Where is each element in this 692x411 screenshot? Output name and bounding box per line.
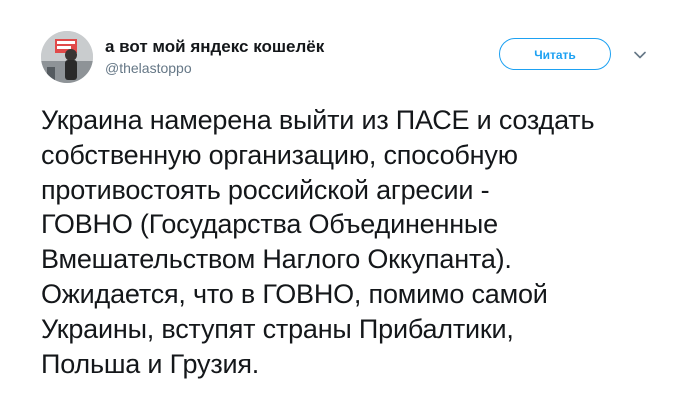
user-names: а вот мой яндекс кошелёк @thelastoppo bbox=[105, 37, 324, 77]
avatar[interactable] bbox=[41, 31, 93, 83]
follow-button[interactable]: Читать bbox=[499, 38, 611, 70]
user-handle[interactable]: @thelastoppo bbox=[105, 59, 324, 77]
display-name[interactable]: а вот мой яндекс кошелёк bbox=[105, 37, 324, 57]
chevron-down-icon[interactable] bbox=[632, 47, 648, 63]
avatar-image-icon bbox=[41, 31, 93, 83]
tweet-text: Украина намерена выйти из ПАСЕ и создать… bbox=[41, 105, 595, 379]
tweet-header: а вот мой яндекс кошелёк @thelastoppo Чи… bbox=[41, 31, 661, 85]
tweet-card: а вот мой яндекс кошелёк @thelastoppo Чи… bbox=[0, 0, 692, 411]
